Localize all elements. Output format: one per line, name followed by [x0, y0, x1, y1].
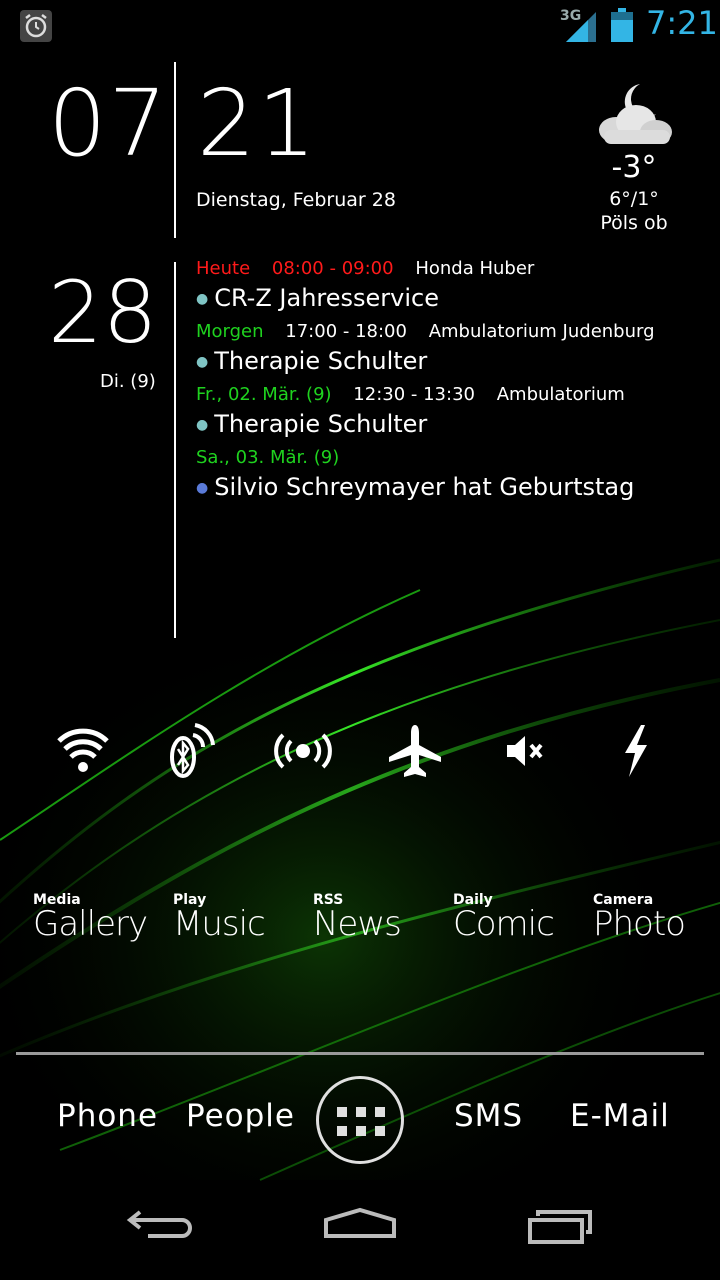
event-location: Ambulatorium Judenburg [428, 321, 655, 342]
status-bar-time: 7:21 [646, 4, 718, 42]
clock-hour: 07 [48, 70, 170, 177]
divider [174, 62, 176, 238]
recents-icon [528, 1210, 592, 1244]
wifi-icon [57, 728, 109, 772]
home-icon [324, 1207, 396, 1238]
hotspot-toggle[interactable] [268, 720, 338, 782]
wifi-toggle[interactable] [48, 720, 118, 782]
event-header: Fr., 02. Mär. (9) 12:30 - 13:30 Ambulato… [196, 384, 716, 406]
home-button[interactable] [320, 1198, 400, 1248]
event-day: Fr., 02. Mär. (9) [196, 384, 332, 405]
mute-toggle[interactable] [490, 720, 560, 782]
event-time: 17:00 - 18:00 [285, 321, 407, 342]
flash-icon [625, 725, 647, 777]
event-title-row: ● Silvio Schreymayer hat Geburtstag [196, 469, 716, 510]
event-day: Morgen [196, 321, 264, 342]
shortcut-news[interactable]: RSS News [313, 892, 443, 944]
shortcut-photo[interactable]: Camera Photo [593, 892, 713, 944]
event-title: Silvio Schreymayer hat Geburtstag [214, 473, 635, 501]
calendar-event[interactable]: Heute 08:00 - 09:00 Honda Huber ● CR-Z Ja… [196, 258, 716, 321]
shortcut-comic[interactable]: Daily Comic [453, 892, 583, 944]
event-title-row: ● Therapie Schulter [196, 406, 716, 447]
shortcut-label: Photo [593, 904, 686, 944]
clock-date: Dienstag, Februar 28 [196, 189, 396, 211]
navigation-bar [0, 1184, 720, 1280]
flash-toggle[interactable] [600, 720, 670, 782]
event-day: Heute [196, 258, 251, 279]
event-title-row: ● CR-Z Jahresservice [196, 280, 716, 321]
bullet-icon: ● [196, 417, 209, 433]
status-bar: 3G 7:21 [0, 0, 720, 50]
event-title: Therapie Schulter [214, 347, 428, 375]
event-location: Ambulatorium [496, 384, 625, 405]
event-list: Heute 08:00 - 09:00 Honda Huber ● CR-Z Ja… [196, 258, 716, 510]
signal-strength-icon: 3G [558, 8, 598, 42]
shortcut-gallery[interactable]: Media Gallery [33, 892, 163, 944]
dock-divider [16, 1052, 704, 1055]
back-button[interactable] [120, 1198, 200, 1248]
calendar-event[interactable]: Morgen 17:00 - 18:00 Ambulatorium Judenb… [196, 321, 716, 384]
shortcut-label: Comic [453, 904, 555, 944]
airplane-toggle[interactable] [380, 720, 450, 782]
calendar-event[interactable]: Sa., 03. Mär. (9) ● Silvio Schreymayer ha… [196, 447, 716, 510]
shortcut-label: News [313, 904, 402, 944]
shortcut-label: Gallery [33, 904, 148, 944]
weather-location: Pöls ob [600, 212, 668, 234]
weather-range: 6°/1° [609, 188, 659, 210]
event-time: 08:00 - 09:00 [271, 258, 394, 279]
weather-temperature: -3° [611, 150, 657, 185]
battery-icon [611, 8, 633, 42]
app-drawer-button[interactable] [316, 1076, 404, 1164]
event-header: Sa., 03. Mär. (9) [196, 447, 716, 469]
event-title-row: ● Therapie Schulter [196, 343, 716, 384]
dock-sms[interactable]: SMS [454, 1098, 523, 1134]
dock-phone[interactable]: Phone [57, 1098, 158, 1134]
calendar-event[interactable]: Fr., 02. Mär. (9) 12:30 - 13:30 Ambulato… [196, 384, 716, 447]
event-title: CR-Z Jahresservice [214, 284, 439, 312]
moon-cloud-icon [594, 80, 678, 150]
bullet-icon: ● [196, 291, 209, 307]
dock-email[interactable]: E-Mail [570, 1098, 670, 1134]
event-header: Heute 08:00 - 09:00 Honda Huber [196, 258, 716, 280]
event-header: Morgen 17:00 - 18:00 Ambulatorium Judenb… [196, 321, 716, 343]
divider [174, 262, 176, 638]
bluetooth-icon [170, 723, 215, 778]
bullet-icon: ● [196, 354, 209, 370]
mute-icon [507, 736, 543, 766]
dock-people[interactable]: People [186, 1098, 295, 1134]
event-day: Sa., 03. Mär. (9) [196, 447, 340, 468]
alarm-icon [20, 10, 52, 42]
shortcut-music[interactable]: Play Music [173, 892, 303, 944]
bluetooth-toggle[interactable] [152, 720, 222, 782]
event-title: Therapie Schulter [214, 410, 428, 438]
recents-button[interactable] [522, 1198, 602, 1248]
calendar-day: 28 [48, 263, 158, 363]
clock-minute: 21 [197, 70, 319, 177]
event-location: Honda Huber [415, 258, 535, 279]
bullet-icon: ● [196, 480, 209, 496]
shortcut-label: Music [173, 904, 266, 944]
airplane-icon [389, 725, 441, 777]
hotspot-icon [274, 733, 332, 769]
calendar-weekday: Di. (9) [100, 371, 156, 392]
event-time: 12:30 - 13:30 [353, 384, 475, 405]
app-drawer-icon [337, 1107, 385, 1136]
back-icon [126, 1210, 192, 1238]
